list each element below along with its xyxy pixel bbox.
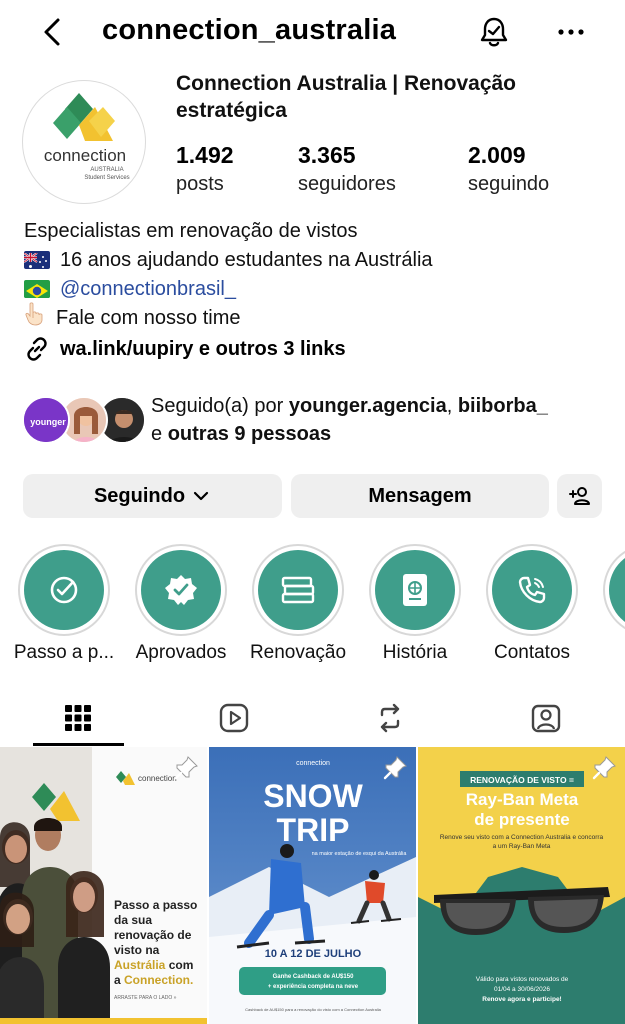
brazil-flag-icon (24, 279, 50, 298)
chevron-down-icon (193, 491, 209, 501)
highlight-label: Renovação (249, 642, 347, 663)
message-button[interactable]: Mensagem (291, 474, 549, 518)
active-tab-indicator (33, 743, 124, 746)
highlight-label: Aprovados (135, 642, 227, 663)
connection-logo-icon: connection AUSTRALIA Student Services (44, 93, 130, 181)
post-2-image: connection SNOW TRIP na maior estação de… (209, 747, 416, 1024)
svg-text:10 A 12 DE JULHO: 10 A 12 DE JULHO (265, 948, 362, 960)
reels-icon (219, 703, 249, 733)
profile-links[interactable]: wa.link/uupiry e outros 3 links (24, 336, 346, 362)
svg-text:01/04 a 30/06/2026: 01/04 a 30/06/2026 (494, 986, 550, 993)
svg-text:na maior estação de esqui da A: na maior estação de esqui da Austrália (312, 851, 408, 857)
svg-text:Ray-Ban Meta: Ray-Ban Meta (466, 790, 579, 809)
svg-text:renovação de: renovação de (114, 928, 192, 942)
tagged-icon (531, 704, 561, 733)
suggest-people-button[interactable] (557, 474, 602, 518)
post-tile-1[interactable]: connection Passo a passo da sua renovaçã… (0, 747, 207, 1024)
bell-icon (480, 17, 508, 47)
check-circle-icon (50, 576, 78, 604)
more-options-button[interactable] (554, 18, 588, 46)
followers-count[interactable]: 3.365 seguidores (298, 140, 396, 198)
highlight-renovacao[interactable]: Renovação (250, 544, 346, 663)
grid-icon (65, 705, 91, 731)
svg-text:+ experiência completa na neve: + experiência completa na neve (268, 984, 359, 990)
bio-line: @connectionbrasil_ (24, 274, 614, 303)
svg-text:younger: younger (30, 417, 66, 427)
profile-tabs (0, 690, 625, 746)
svg-text:de presente: de presente (474, 810, 569, 829)
svg-text:Ganhe Cashback de AU$150: Ganhe Cashback de AU$150 (273, 974, 354, 980)
top-bar: connection_australia (0, 0, 625, 64)
books-icon (281, 576, 315, 604)
tab-reels[interactable] (156, 690, 312, 746)
pin-icon (174, 756, 198, 780)
passport-icon (403, 574, 427, 606)
post-tile-2[interactable]: connection SNOW TRIP na maior estação de… (209, 747, 416, 1024)
add-person-icon (568, 487, 590, 505)
svg-text:SNOW: SNOW (263, 778, 363, 814)
svg-text:Student Services: Student Services (84, 175, 129, 181)
link-icon (27, 337, 47, 361)
following-count[interactable]: 2.009 seguindo (468, 140, 549, 198)
highlight-label: Passo a p... (13, 642, 115, 663)
verified-badge-icon (165, 575, 197, 605)
reposts-icon (380, 703, 400, 733)
back-button[interactable] (38, 14, 70, 50)
chevron-left-icon (44, 18, 60, 46)
svg-text:ARRASTE PARA O LADO »: ARRASTE PARA O LADO » (114, 995, 177, 1001)
highlight-label: História (382, 642, 448, 663)
svg-text:RENOVAÇÃO DE VISTO =: RENOVAÇÃO DE VISTO = (470, 775, 574, 785)
highlight-passo-a-passo[interactable]: Passo a p... (14, 544, 114, 663)
svg-text:Austrália com: Austrália com (114, 958, 193, 972)
tab-grid[interactable] (0, 690, 156, 746)
svg-text:TRIP: TRIP (277, 812, 350, 848)
pin-icon (592, 756, 616, 780)
svg-text:da sua: da sua (114, 913, 152, 927)
bio-line: Fale com nosso time (24, 302, 614, 333)
profile-avatar[interactable]: connection AUSTRALIA Student Services (22, 80, 146, 204)
svg-text:connection: connection (138, 774, 177, 783)
svg-text:Cashback de AU$150 para a reno: Cashback de AU$150 para a renovação do v… (245, 1007, 381, 1012)
post-3-image: RENOVAÇÃO DE VISTO = Ray-Ban Meta de pre… (418, 747, 625, 1024)
avatar: younger (22, 396, 70, 444)
svg-text:Passo a passo: Passo a passo (114, 898, 197, 912)
mutual-followers-avatars[interactable]: younger (22, 396, 146, 444)
post-1-image: connection Passo a passo da sua renovaçã… (0, 747, 207, 1024)
svg-text:a Connection.: a Connection. (114, 973, 193, 987)
following-button[interactable]: Seguindo (23, 474, 282, 518)
avatar-logo-text: connection (44, 146, 126, 165)
phone-icon (518, 576, 546, 604)
bio-mention-link[interactable]: @connectionbrasil_ (60, 275, 236, 303)
mutual-followers-text[interactable]: Seguido(a) por younger.agencia, biiborba… (151, 392, 611, 448)
pin-icon (383, 756, 407, 780)
svg-text:Válido para vistos renovados d: Válido para vistos renovados de (476, 976, 569, 983)
profile-bio: Especialistas em renovação de vistos 16 … (24, 216, 614, 332)
bio-line: 16 anos ajudando estudantes na Austrália (24, 245, 614, 274)
mutual-follower-link[interactable]: biiborba_ (458, 395, 548, 417)
pointing-down-hand-icon (24, 302, 50, 333)
highlight-more[interactable] (603, 544, 625, 636)
tab-tagged[interactable] (468, 690, 624, 746)
bio-line: Especialistas em renovação de vistos (24, 219, 358, 242)
svg-text:connection: connection (296, 760, 330, 767)
highlight-contatos[interactable]: Contatos (486, 544, 578, 663)
mutual-follower-link[interactable]: younger.agencia (289, 395, 447, 417)
svg-text:AUSTRALIA: AUSTRALIA (90, 167, 123, 173)
highlight-label: Contatos (493, 642, 571, 663)
more-dots-icon (558, 29, 584, 35)
highlight-aprovados[interactable]: Aprovados (135, 544, 227, 663)
profile-username: connection_australia (102, 14, 397, 46)
highlight-historia[interactable]: História (369, 544, 461, 663)
post-tile-3[interactable]: RENOVAÇÃO DE VISTO = Ray-Ban Meta de pre… (418, 747, 625, 1024)
notifications-button[interactable] (476, 14, 512, 50)
tab-reposts[interactable] (312, 690, 468, 746)
australia-flag-icon (24, 250, 50, 269)
svg-text:Renove agora e participe!: Renove agora e participe! (482, 996, 561, 1003)
profile-display-name: Connection Australia | Renovação estraté… (176, 72, 516, 122)
svg-text:visto na: visto na (114, 943, 160, 957)
posts-count: 1.492 posts (176, 142, 234, 195)
